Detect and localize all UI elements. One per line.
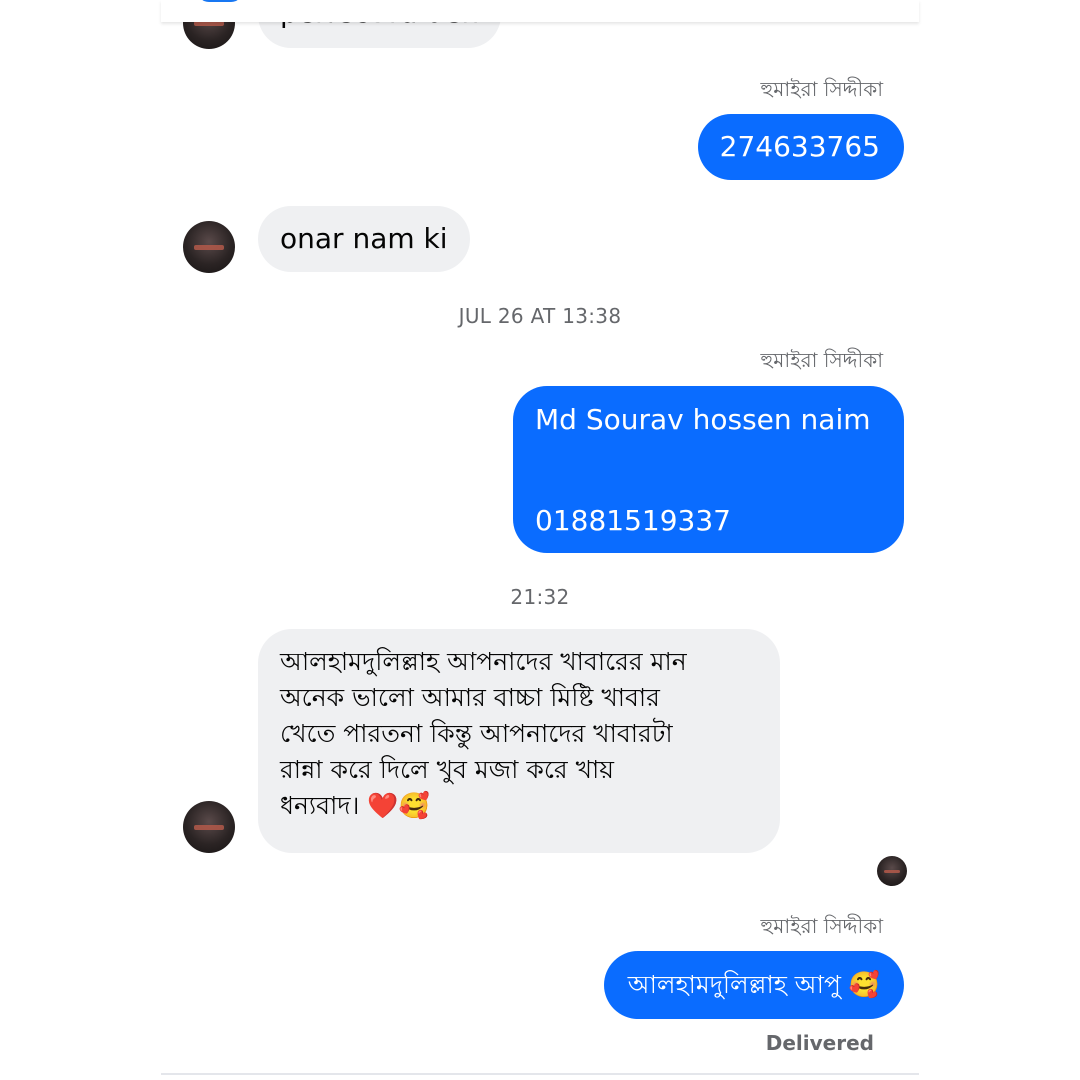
message-text-line: আলহামদুলিল্লাহ আপনাদের খাবারের মান bbox=[280, 647, 687, 676]
message-text-line: খেতে পারতনা কিন্তু আপনাদের খাবারটা bbox=[280, 719, 673, 748]
header-avatar-icon[interactable] bbox=[197, 0, 243, 2]
message-text-line: Md Sourav hossen naim bbox=[535, 403, 871, 436]
message-bubble-outgoing[interactable]: 274633765 bbox=[697, 114, 904, 180]
message-text-line: অনেক ভালো আমার বাচ্চা মিষ্টি খাবার bbox=[280, 683, 660, 712]
contact-avatar-icon[interactable] bbox=[183, 221, 235, 273]
seen-avatar-icon bbox=[877, 856, 907, 886]
sender-label: হুমাইরা সিদ্দীকা bbox=[760, 77, 883, 101]
chat-screen: perfect ra den হুমাইরা সিদ্দীকা 27463376… bbox=[0, 0, 1080, 1080]
sender-label: হুমাইরা সিদ্দীকা bbox=[760, 348, 883, 372]
timestamp-divider: 21:32 bbox=[510, 585, 570, 609]
composer-divider bbox=[161, 1073, 919, 1075]
timestamp-divider: JUL 26 AT 13:38 bbox=[458, 304, 622, 328]
message-bubble-outgoing[interactable]: আলহামদুলিল্লাহ আপু 🥰 bbox=[603, 951, 904, 1019]
message-text-line: ধন্যবাদ। ❤️🥰 bbox=[280, 791, 430, 820]
sender-label: হুমাইরা সিদ্দীকা bbox=[760, 914, 883, 938]
delivery-status: Delivered bbox=[765, 1031, 874, 1055]
message-text: 274633765 bbox=[719, 130, 880, 163]
message-text-line: রান্না করে দিলে খুব মজা করে খায় bbox=[280, 755, 614, 784]
message-text-line: 01881519337 bbox=[535, 504, 731, 537]
message-text: আলহামদুলিল্লাহ আপু 🥰 bbox=[627, 970, 880, 999]
message-bubble-incoming[interactable]: onar nam ki bbox=[258, 206, 470, 272]
message-bubble-incoming[interactable]: আলহামদুলিল্লাহ আপনাদের খাবারের মান অনেক … bbox=[258, 629, 780, 853]
message-text: onar nam ki bbox=[280, 222, 448, 255]
conversation-header bbox=[161, 0, 919, 22]
message-bubble-outgoing[interactable]: Md Sourav hossen naim 01881519337 bbox=[513, 386, 904, 553]
contact-avatar-icon[interactable] bbox=[183, 801, 235, 853]
